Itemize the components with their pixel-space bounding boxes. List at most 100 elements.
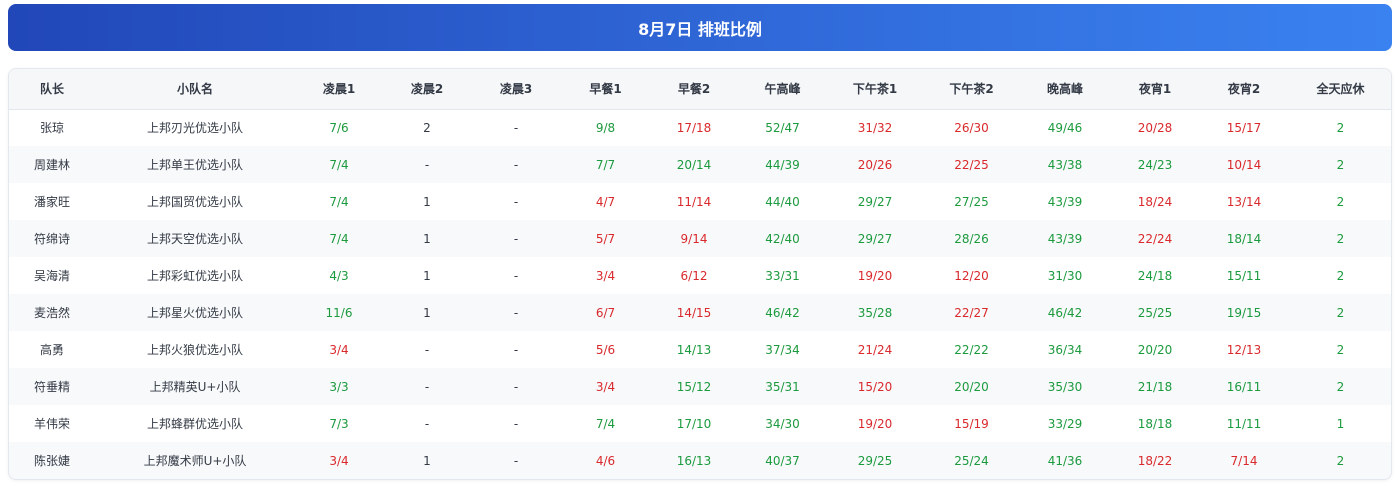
ratio-cell: 18/14 <box>1226 231 1262 246</box>
ratio-cell: 1 <box>423 268 431 283</box>
ratio-cell: - <box>513 231 519 246</box>
table-row: 麦浩然 上邦星火优选小队 11/6 1 - 6/7 14/15 46/42 35/28 22/27… <box>9 294 1391 331</box>
ratio-cell: 21/24 <box>857 342 893 357</box>
ratio-cell: 24/18 <box>1137 268 1173 283</box>
team-name-cell: 上邦魔术师U+小队 <box>143 454 247 468</box>
ratio-cell: 31/30 <box>1047 268 1083 283</box>
column-header: 下午茶2 <box>923 69 1020 110</box>
ratio-cell: 20/26 <box>857 157 893 172</box>
table-row: 符垂精 上邦精英U+小队 3/3 - - 3/4 15/12 35/31 15/20 20/20 3… <box>9 368 1391 405</box>
ratio-cell: 44/40 <box>765 194 800 209</box>
leader-name-cell: 符垂精 <box>33 380 70 394</box>
ratio-cell: - <box>513 416 519 431</box>
team-name-cell: 上邦火狼优选小队 <box>146 343 243 357</box>
ratio-cell: 35/31 <box>765 379 800 394</box>
leader-name-cell: 潘家旺 <box>33 195 70 209</box>
team-name-cell: 上邦刃光优选小队 <box>146 121 243 136</box>
ratio-cell: 3/4 <box>595 268 616 283</box>
ratio-cell: 3/4 <box>329 453 349 468</box>
ratio-cell: 37/34 <box>765 342 800 357</box>
table-row: 符绵诗 上邦天空优选小队 7/4 1 - 5/7 9/14 42/40 29/27 28/26 43… <box>9 220 1391 257</box>
table-header-row: 队长 小队名 凌晨1 凌晨2 凌晨3 早餐1 早餐2 午高峰 下午茶1 下午茶2 晚高峰 夜宵1 夜宵2… <box>9 69 1391 110</box>
ratio-cell: 3/3 <box>329 379 349 394</box>
ratio-cell: 29/27 <box>857 231 893 246</box>
ratio-cell: 7/4 <box>595 416 616 431</box>
ratio-cell: 16/13 <box>676 453 712 468</box>
team-name-cell: 上邦蜂群优选小队 <box>146 417 243 431</box>
ratio-cell: - <box>513 194 519 209</box>
ratio-cell: 43/39 <box>1047 194 1083 209</box>
ratio-cell: 17/18 <box>676 120 712 135</box>
column-header: 早餐1 <box>561 69 650 110</box>
ratio-cell: 46/42 <box>765 305 800 320</box>
schedule-ratio-table: 队长 小队名 凌晨1 凌晨2 凌晨3 早餐1 早餐2 午高峰 下午茶1 下午茶2 晚高峰 夜宵1 夜宵2… <box>9 69 1391 479</box>
column-header: 凌晨1 <box>295 69 383 110</box>
ratio-cell: 34/30 <box>765 416 800 431</box>
ratio-cell: 2 <box>1336 268 1345 283</box>
ratio-cell: 15/11 <box>1226 268 1262 283</box>
column-header: 夜宵1 <box>1110 69 1200 110</box>
ratio-cell: 2 <box>423 120 431 135</box>
ratio-cell: 2 <box>1336 453 1345 468</box>
ratio-cell: 9/14 <box>680 231 708 246</box>
ratio-cell: 12/13 <box>1226 342 1262 357</box>
ratio-cell: 11/11 <box>1226 416 1262 431</box>
ratio-cell: 22/25 <box>954 157 989 172</box>
ratio-cell: 22/27 <box>954 305 989 320</box>
ratio-cell: 2 <box>1336 305 1345 320</box>
ratio-cell: 1 <box>423 194 431 209</box>
ratio-cell: 16/11 <box>1226 379 1262 394</box>
ratio-cell: 2 <box>1336 194 1345 209</box>
ratio-cell: 18/18 <box>1137 416 1173 431</box>
ratio-cell: 15/17 <box>1226 120 1262 135</box>
ratio-cell: 7/4 <box>329 194 349 209</box>
column-header: 午高峰 <box>738 69 827 110</box>
ratio-cell: 29/25 <box>857 453 893 468</box>
table-row: 羊伟荣 上邦蜂群优选小队 7/3 - - 7/4 17/10 34/30 19/20 15/19 3… <box>9 405 1391 442</box>
ratio-cell: 18/24 <box>1137 194 1173 209</box>
ratio-cell: 6/7 <box>595 305 616 320</box>
ratio-cell: 7/6 <box>329 120 349 135</box>
team-name-cell: 上邦天空优选小队 <box>146 232 243 246</box>
ratio-cell: 4/7 <box>595 194 616 209</box>
ratio-cell: 27/25 <box>954 194 989 209</box>
ratio-cell: 2 <box>1336 342 1345 357</box>
table-row: 陈张婕 上邦魔术师U+小队 3/4 1 - 4/6 16/13 40/37 29/25 25/24… <box>9 442 1391 479</box>
ratio-cell: - <box>513 379 519 394</box>
leader-name-cell: 吴海清 <box>33 269 70 283</box>
ratio-cell: 17/10 <box>676 416 712 431</box>
ratio-cell: 6/12 <box>680 268 708 283</box>
table-row: 高勇 上邦火狼优选小队 3/4 - - 5/6 14/13 37/34 21/24 22/22 36… <box>9 331 1391 368</box>
ratio-cell: 25/25 <box>1137 305 1173 320</box>
ratio-cell: 1 <box>1336 416 1345 431</box>
table-row: 潘家旺 上邦国贸优选小队 7/4 1 - 4/7 11/14 44/40 29/27 27/25 4… <box>9 183 1391 220</box>
ratio-cell: 28/26 <box>954 231 989 246</box>
ratio-cell: 20/20 <box>1137 342 1173 357</box>
ratio-cell: - <box>513 342 519 357</box>
ratio-cell: 4/3 <box>329 268 349 283</box>
column-header: 队长 <box>9 69 95 110</box>
ratio-cell: - <box>424 342 430 357</box>
ratio-cell: 52/47 <box>765 120 800 135</box>
ratio-cell: 11/6 <box>325 305 353 320</box>
column-header: 全天应休 <box>1288 69 1391 110</box>
ratio-cell: 36/34 <box>1047 342 1083 357</box>
ratio-cell: - <box>513 268 519 283</box>
schedule-ratio-table-card: 队长 小队名 凌晨1 凌晨2 凌晨3 早餐1 早餐2 午高峰 下午茶1 下午茶2 晚高峰 夜宵1 夜宵2… <box>8 68 1392 480</box>
column-header: 夜宵2 <box>1200 69 1288 110</box>
ratio-cell: 5/7 <box>595 231 616 246</box>
ratio-cell: 18/22 <box>1137 453 1173 468</box>
column-header: 下午茶1 <box>827 69 923 110</box>
ratio-cell: 20/20 <box>954 379 989 394</box>
ratio-cell: 44/39 <box>765 157 800 172</box>
column-header: 小队名 <box>95 69 295 110</box>
ratio-cell: 33/31 <box>765 268 800 283</box>
ratio-cell: 2 <box>1336 157 1345 172</box>
team-name-cell: 上邦星火优选小队 <box>146 306 243 320</box>
ratio-cell: 7/4 <box>329 157 349 172</box>
ratio-cell: 15/19 <box>954 416 989 431</box>
ratio-cell: 43/38 <box>1047 157 1083 172</box>
ratio-cell: 5/6 <box>595 342 616 357</box>
ratio-cell: 7/7 <box>595 157 616 172</box>
ratio-cell: 14/13 <box>676 342 712 357</box>
